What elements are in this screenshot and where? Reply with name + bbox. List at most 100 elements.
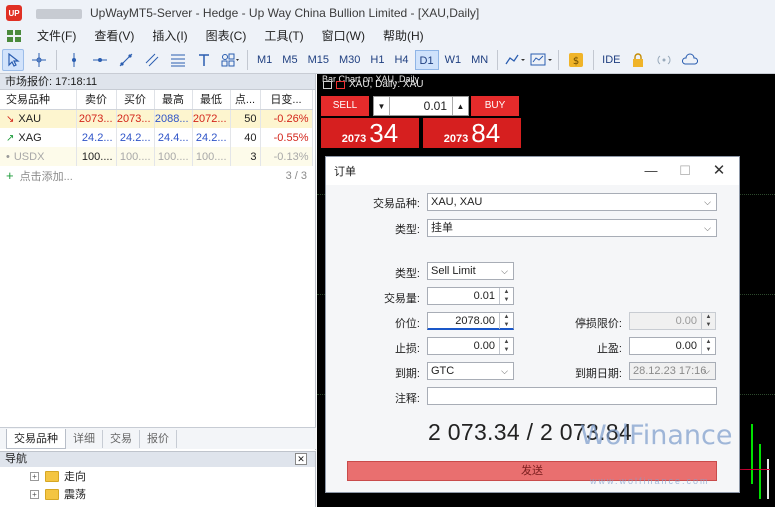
symbol-select[interactable]: XAU, XAU ⌵ bbox=[427, 193, 717, 211]
cursor-tool-icon[interactable] bbox=[2, 48, 24, 71]
symbol-cell: • USDX bbox=[0, 147, 77, 166]
down-arrow-icon: ↘ bbox=[6, 113, 15, 125]
timeframe-m1[interactable]: M1 bbox=[253, 50, 276, 70]
sell-button[interactable]: SELL bbox=[321, 96, 369, 116]
chevron-down-icon: ⌵ bbox=[704, 223, 711, 233]
spinner-icon[interactable]: ▲ ▼ bbox=[701, 338, 715, 354]
navigator-item[interactable]: + 走向 bbox=[0, 467, 315, 485]
spread-cell: 3 bbox=[230, 147, 261, 166]
timeframe-h4[interactable]: H4 bbox=[390, 50, 412, 70]
expand-icon[interactable]: + bbox=[30, 471, 39, 481]
menu-view[interactable]: 查看(V) bbox=[85, 26, 143, 46]
symbol-label: 交易品种: bbox=[372, 198, 420, 210]
close-icon[interactable]: ✕ bbox=[705, 161, 733, 181]
order-type-select[interactable]: Sell Limit ⌵ bbox=[427, 262, 514, 280]
sell-price-button[interactable]: 2073 34 bbox=[321, 118, 419, 148]
chart-flag-icon[interactable] bbox=[336, 80, 345, 89]
channel-icon[interactable] bbox=[141, 49, 163, 71]
spread-cell: 50 bbox=[230, 109, 261, 128]
timeframe-w1[interactable]: W1 bbox=[441, 50, 466, 70]
comment-input[interactable] bbox=[427, 387, 717, 405]
cloud-icon[interactable] bbox=[679, 49, 701, 71]
add-symbol-row[interactable]: + 点击添加... 3 / 3 bbox=[0, 166, 315, 185]
tab-ticks[interactable]: 报价 bbox=[140, 429, 177, 448]
chart-grid-icon[interactable] bbox=[323, 80, 332, 89]
ide-button[interactable]: IDE bbox=[598, 54, 624, 66]
menu-file[interactable]: 文件(F) bbox=[28, 26, 85, 46]
expand-icon[interactable]: + bbox=[30, 489, 39, 499]
menu-window[interactable]: 窗口(W) bbox=[313, 26, 374, 46]
dollar-icon[interactable]: $ bbox=[565, 49, 587, 71]
timeframe-m15[interactable]: M15 bbox=[304, 50, 333, 70]
chevron-down-icon: ⌵ bbox=[501, 266, 508, 276]
navigator-item[interactable]: + 震荡 bbox=[0, 485, 315, 503]
fibonacci-icon[interactable] bbox=[167, 49, 189, 71]
tab-details[interactable]: 详细 bbox=[66, 429, 103, 448]
dialog-title-bar: 订单 — ☐ ✕ bbox=[326, 157, 739, 185]
grid-menu-icon[interactable] bbox=[6, 29, 22, 43]
vertical-line-icon[interactable] bbox=[63, 49, 85, 71]
col-high[interactable]: 最高 bbox=[154, 90, 193, 110]
col-spread[interactable]: 点... bbox=[230, 90, 261, 110]
timeframe-m5[interactable]: M5 bbox=[278, 50, 301, 70]
one-click-trading-panel: SELL ▼ 0.01 ▲ BUY 2073 34 2073 84 bbox=[321, 94, 521, 148]
table-row[interactable]: ↘ XAU 2073... 2073... 2088... 2072... 50 … bbox=[0, 109, 313, 128]
table-row[interactable]: • USDX 100.... 100.... 100.... 100.... 3 … bbox=[0, 147, 313, 166]
type-select[interactable]: 挂单 ⌵ bbox=[427, 219, 717, 237]
col-bid[interactable]: 卖价 bbox=[76, 90, 117, 110]
volume-input[interactable]: 0.01 ▲ ▼ bbox=[427, 287, 514, 305]
buy-price-button[interactable]: 2073 84 bbox=[423, 118, 521, 148]
timeframe-d1[interactable]: D1 bbox=[414, 49, 439, 70]
chart-type-icon[interactable] bbox=[504, 49, 526, 71]
col-symbol[interactable]: 交易品种 bbox=[0, 90, 77, 110]
timeframe-mn[interactable]: MN bbox=[467, 50, 492, 70]
type-label: 类型: bbox=[394, 224, 420, 236]
buy-button[interactable]: BUY bbox=[471, 96, 519, 116]
menu-insert[interactable]: 插入(I) bbox=[143, 26, 196, 46]
shapes-dropdown-icon[interactable] bbox=[219, 49, 241, 71]
spinner-icon[interactable]: ▲ ▼ bbox=[499, 338, 513, 354]
price-line bbox=[740, 469, 770, 470]
crosshair-icon[interactable] bbox=[28, 49, 50, 71]
market-watch-panel: 市场报价: 17:18:11 交易品种 卖价 买价 最高 最低 点... 日变.… bbox=[0, 74, 316, 450]
col-low[interactable]: 最低 bbox=[192, 90, 231, 110]
stop-loss-input[interactable]: 0.00 ▲ ▼ bbox=[427, 337, 514, 355]
low-cell: 24.2... bbox=[192, 128, 231, 147]
market-watch-header: 市场报价: 17:18:11 bbox=[0, 74, 315, 90]
tab-trading[interactable]: 交易 bbox=[103, 429, 140, 448]
chart-header: XAU, Daily: XAU bbox=[323, 79, 423, 90]
take-profit-input[interactable]: 0.00 ▲ ▼ bbox=[629, 337, 716, 355]
timeframe-m30[interactable]: M30 bbox=[335, 50, 364, 70]
symbol-count: 3 / 3 bbox=[285, 169, 307, 182]
template-icon[interactable] bbox=[530, 49, 553, 71]
chevron-down-icon[interactable]: ▼ bbox=[374, 97, 390, 115]
col-daily-change[interactable]: 日变... bbox=[260, 90, 313, 110]
signal-icon[interactable] bbox=[653, 49, 675, 71]
horizontal-line-icon[interactable] bbox=[89, 49, 111, 71]
price-input[interactable]: 2078.00 ▲ ▼ bbox=[427, 312, 514, 330]
table-row[interactable]: ↗ XAG 24.2... 24.2... 24.4... 24.2... 40 … bbox=[0, 128, 313, 147]
close-icon[interactable]: ✕ bbox=[295, 453, 307, 465]
lot-size-value[interactable]: 0.01 bbox=[390, 99, 452, 113]
comment-label: 注释: bbox=[394, 393, 420, 405]
menu-charts[interactable]: 图表(C) bbox=[197, 26, 256, 46]
tab-symbols[interactable]: 交易品种 bbox=[6, 428, 66, 449]
expiry-select[interactable]: GTC ⌵ bbox=[427, 362, 514, 380]
timeframe-h1[interactable]: H1 bbox=[366, 50, 388, 70]
spinner-icon[interactable]: ▲ ▼ bbox=[499, 313, 513, 329]
menu-tools[interactable]: 工具(T) bbox=[255, 26, 312, 46]
chevron-up-icon[interactable]: ▲ bbox=[452, 97, 468, 115]
col-ask[interactable]: 买价 bbox=[116, 90, 155, 110]
expiry-date-label: 到期日期: bbox=[574, 368, 622, 380]
trendline-icon[interactable] bbox=[115, 49, 137, 71]
lot-size-stepper[interactable]: ▼ 0.01 ▲ bbox=[373, 96, 469, 116]
app-logo-icon: UP bbox=[6, 5, 22, 21]
minimize-icon[interactable]: — bbox=[637, 161, 665, 181]
spinner-icon[interactable]: ▲ ▼ bbox=[499, 288, 513, 304]
menu-help[interactable]: 帮助(H) bbox=[374, 26, 433, 46]
text-tool-icon[interactable] bbox=[193, 49, 215, 71]
ask-cell: 2073... bbox=[116, 109, 155, 128]
up-arrow-icon: ↗ bbox=[6, 132, 15, 144]
stop-loss-label: 止损: bbox=[394, 343, 420, 355]
lock-icon[interactable] bbox=[627, 49, 649, 71]
